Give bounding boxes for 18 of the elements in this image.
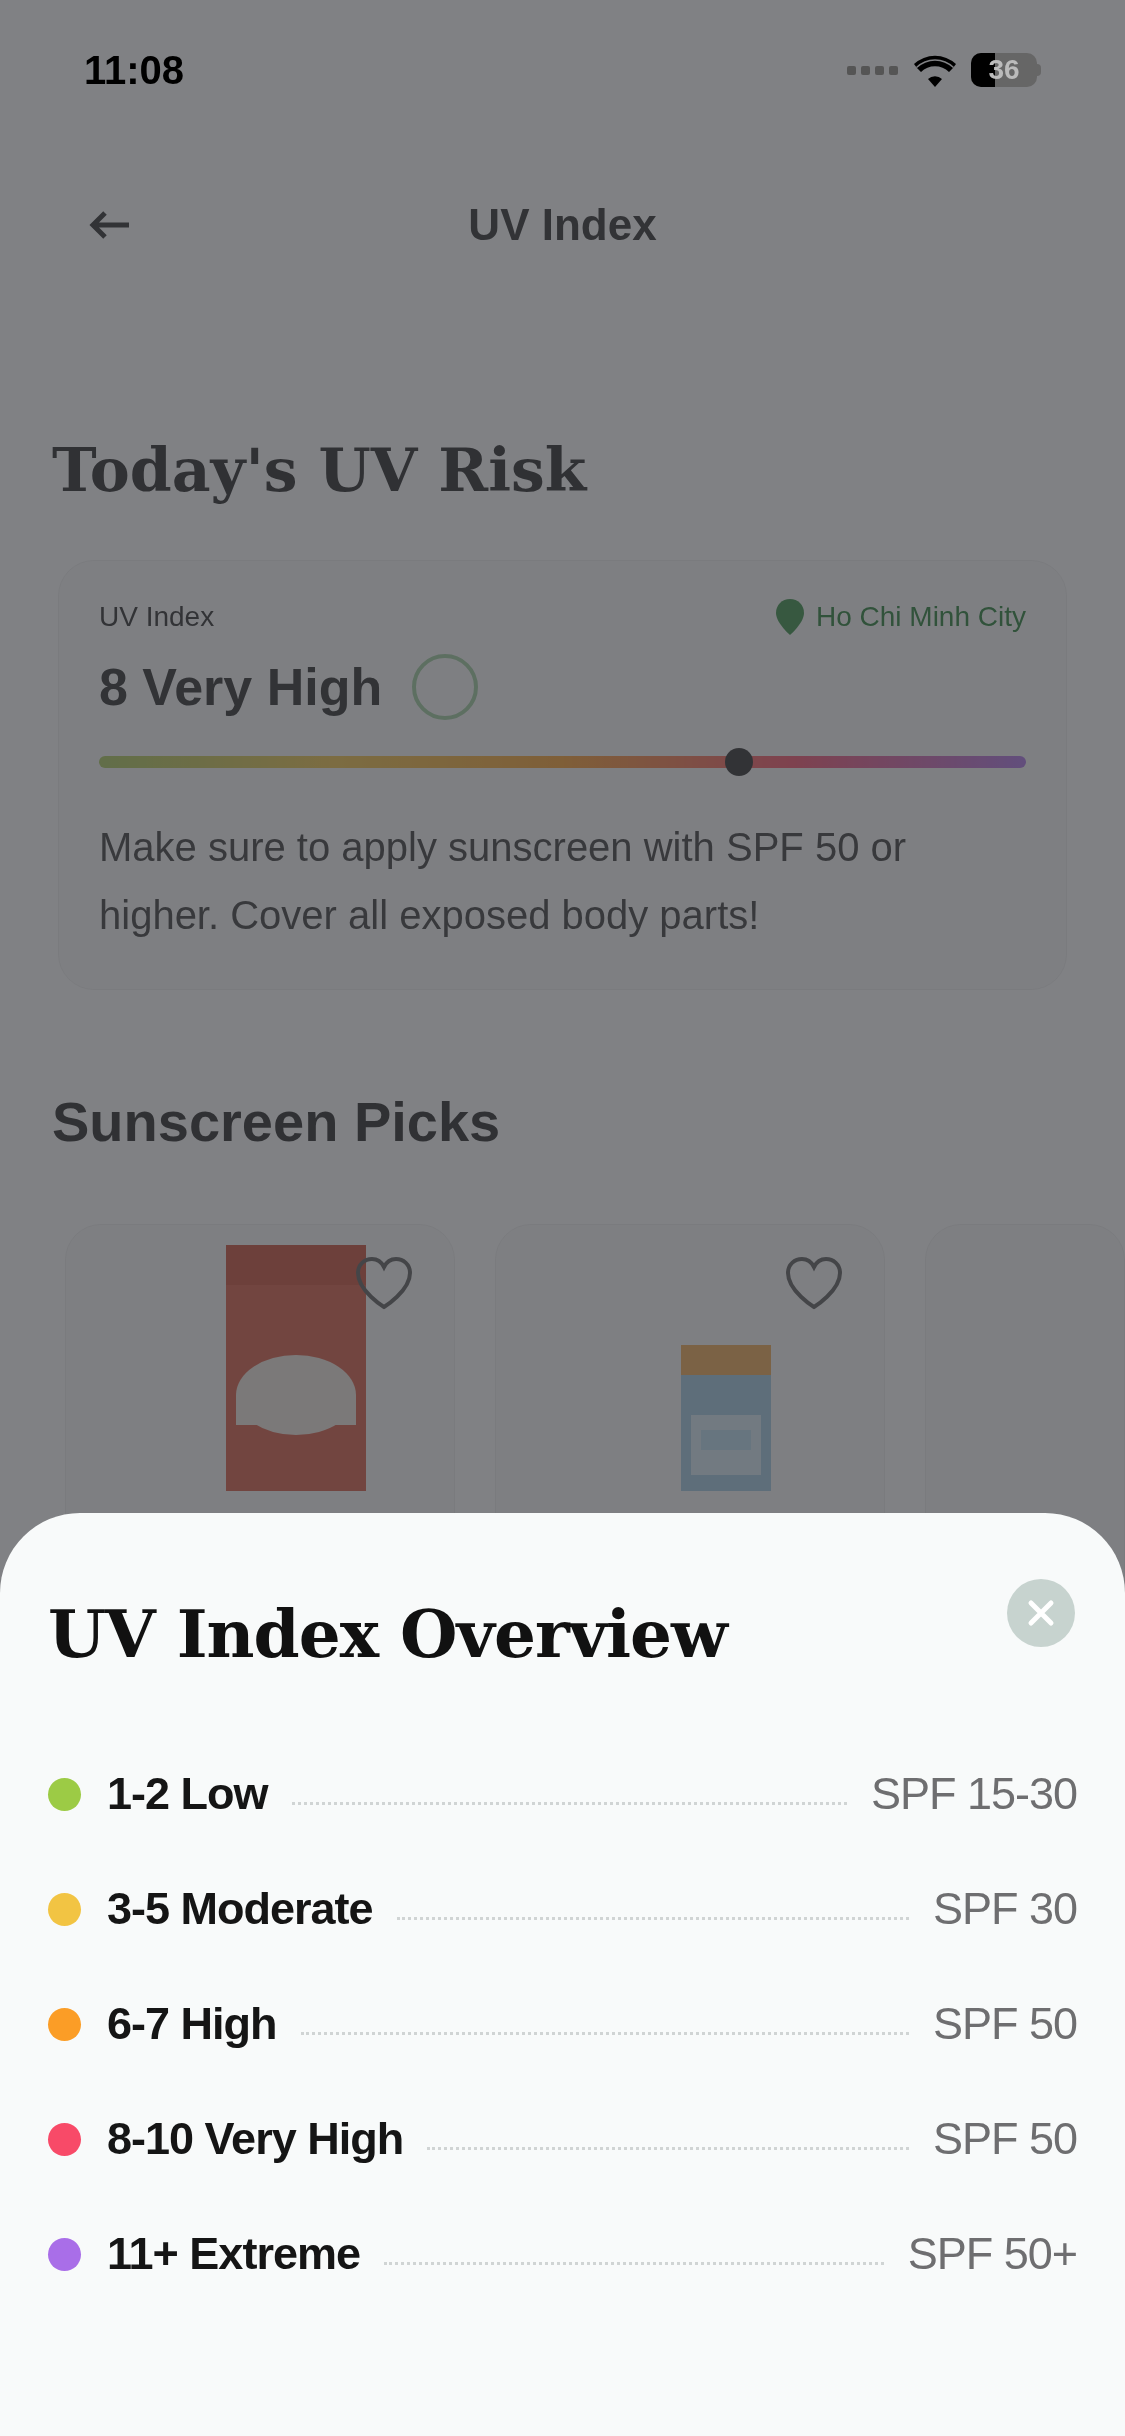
uv-label: UV Index [99, 600, 215, 634]
spf-value: SPF 50 [932, 2112, 1077, 2167]
spf-value: SPF 30 [932, 1882, 1077, 1937]
uv-value: 8 Very High [99, 657, 383, 718]
screen-title: UV Index [468, 199, 657, 251]
location-text: Ho Chi Minh City [815, 600, 1026, 634]
level-label: 1-2 Low [107, 1767, 268, 1822]
level-label: 8-10 Very High [107, 2112, 404, 2167]
section-title: Sunscreen Picks [52, 1089, 502, 1155]
spf-value: SPF 50+ [907, 2227, 1077, 2282]
status-time: 11:08 [84, 47, 185, 94]
spf-value: SPF 50 [932, 1997, 1077, 2052]
sheet-title: UV Index Overview [48, 1601, 727, 1667]
level-label: 3-5 Moderate [107, 1882, 373, 1937]
spf-value: SPF 15-30 [870, 1767, 1077, 1822]
level-label: 6-7 High [107, 1997, 277, 2052]
advice-text: Make sure to apply sunscreen with SPF 50 or higher. Cover all exposed body parts! [99, 824, 908, 939]
level-label: 11+ Extreme [107, 2227, 360, 2282]
